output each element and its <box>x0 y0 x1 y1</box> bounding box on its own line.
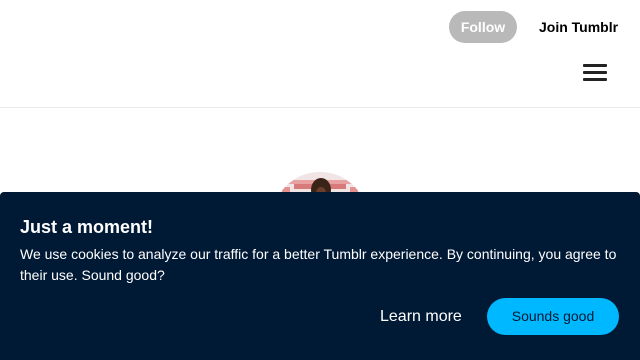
cookie-banner-title: Just a moment! <box>20 217 154 237</box>
sounds-good-button[interactable]: Sounds good <box>487 298 619 335</box>
hamburger-menu-icon[interactable] <box>580 60 610 84</box>
menu-line <box>583 64 607 67</box>
cookie-consent-banner: Just a moment! We use cookies to analyze… <box>0 192 640 360</box>
menu-line <box>583 71 607 74</box>
cookie-banner-message: We use cookies to analyze our traffic fo… <box>20 246 617 283</box>
join-tumblr-link[interactable]: Join Tumblr <box>539 11 618 43</box>
follow-button[interactable]: Follow <box>449 11 517 43</box>
learn-more-link[interactable]: Learn more <box>380 307 462 327</box>
menu-line <box>583 78 607 81</box>
top-header: Follow Join Tumblr <box>0 0 640 108</box>
page: Follow Join Tumblr Just a moment! We use… <box>0 0 640 360</box>
